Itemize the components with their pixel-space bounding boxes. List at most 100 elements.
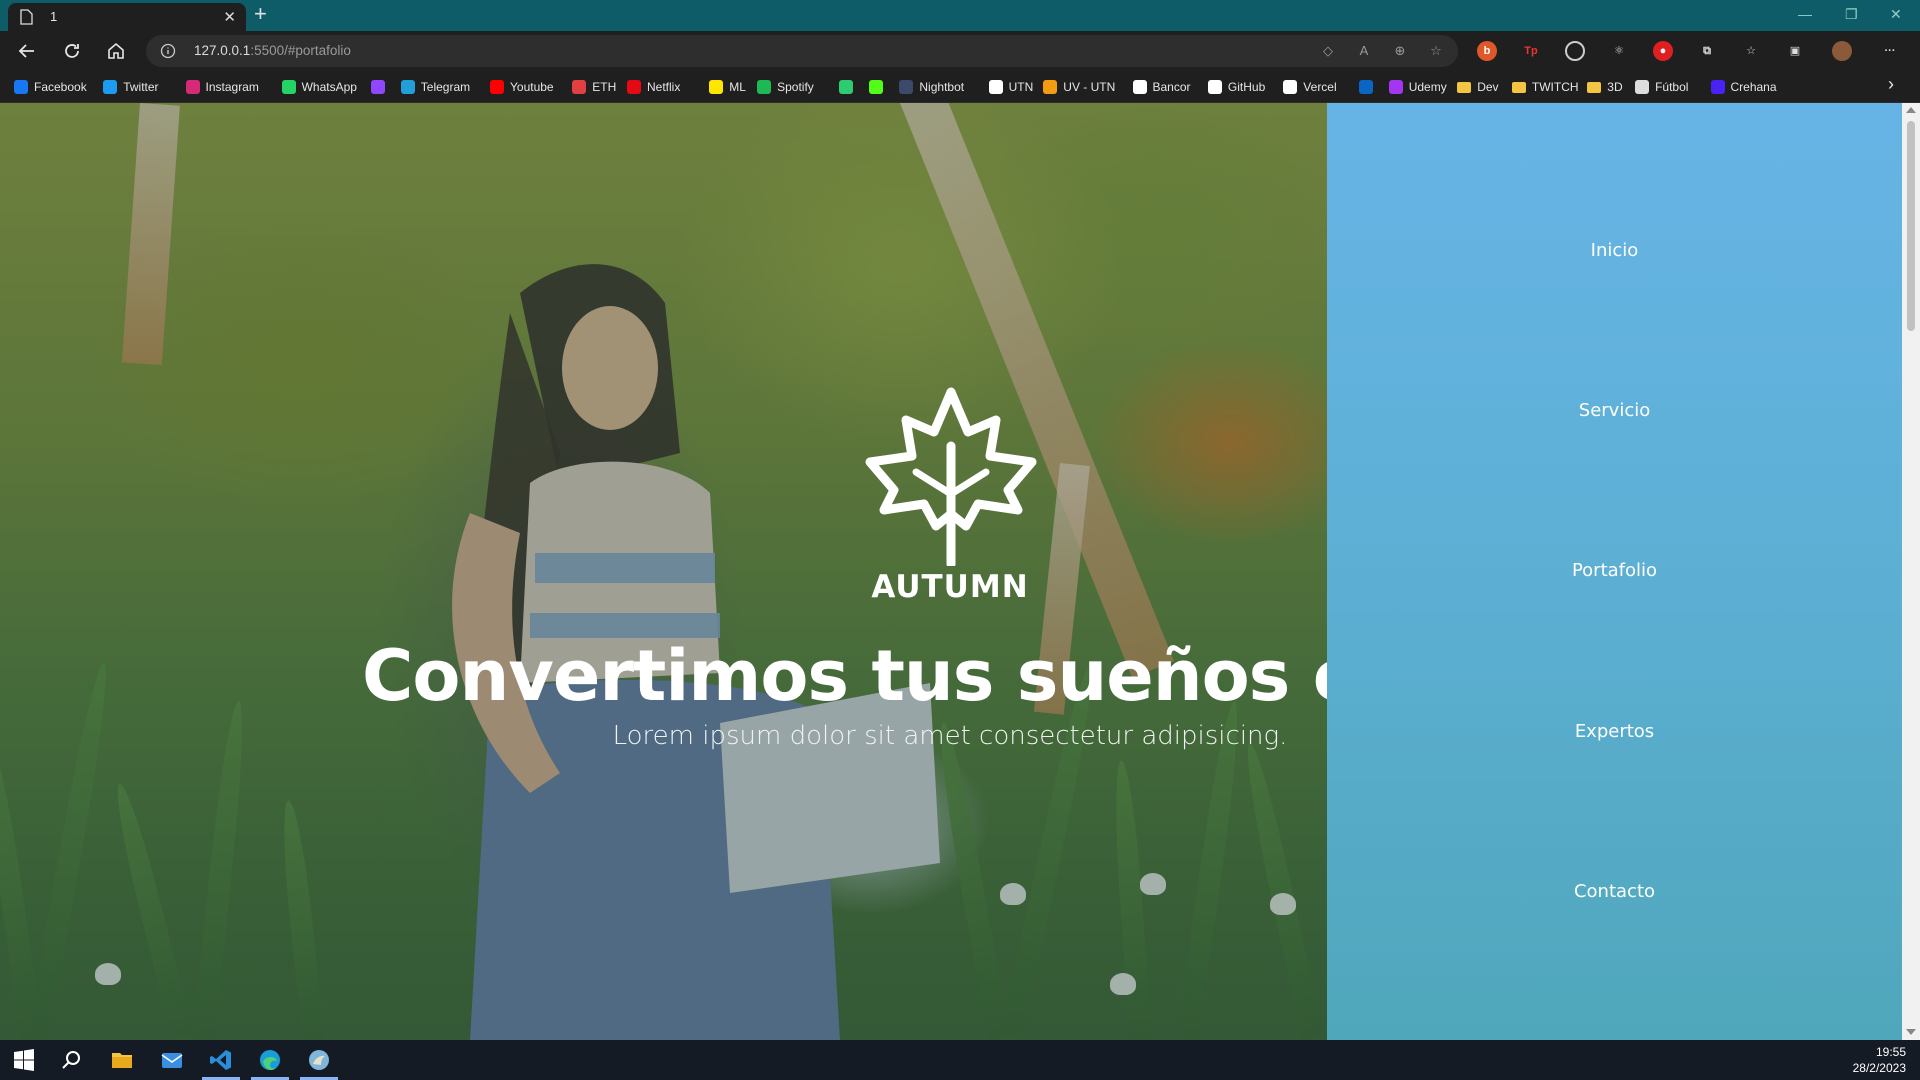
edge-icon[interactable]	[258, 1048, 282, 1072]
page-icon	[20, 9, 33, 25]
extensions-icon[interactable]: ⧉	[1697, 41, 1717, 61]
restore-button[interactable]: ❐	[1845, 6, 1858, 23]
extension-react-icon[interactable]: ⚛	[1609, 41, 1629, 61]
nav-link-contacto[interactable]: Contacto	[1327, 881, 1902, 902]
kick-icon	[869, 80, 884, 94]
bookmark-whatsapp[interactable]: WhatsApp	[281, 79, 357, 95]
bookmark-github[interactable]: GitHub	[1207, 79, 1265, 95]
bookmark-label: Telegram	[420, 80, 471, 94]
zoom-icon[interactable]: ⊕	[1392, 43, 1408, 59]
tag-icon[interactable]: ◇	[1320, 43, 1336, 59]
udemy-icon	[1388, 80, 1403, 94]
clock-time: 19:55	[1875, 1045, 1906, 1059]
bookmark-label: Netflix	[647, 80, 681, 94]
extension-red-icon[interactable]: ●	[1653, 41, 1673, 61]
browser-tab[interactable]: 1 ✕	[8, 3, 246, 31]
favorites-icon[interactable]: ☆	[1741, 41, 1761, 61]
hero-headline: Convertimos tus sueños en re	[362, 635, 1327, 717]
address-bar[interactable]: 127.0.0.1:5500/#portafolio ◇ A ⊕ ☆	[146, 35, 1458, 67]
windows-start-icon[interactable]	[12, 1048, 36, 1072]
system-clock[interactable]: 19:55 28/2/2023	[1853, 1044, 1906, 1076]
bookmark-facebook[interactable]: Facebook	[14, 79, 87, 95]
search-icon[interactable]	[60, 1048, 84, 1072]
bookmark-bancor[interactable]: Bancor	[1132, 79, 1191, 95]
bookmark-vercel[interactable]: Vercel	[1283, 79, 1337, 95]
nav-link-expertos[interactable]: Expertos	[1327, 721, 1902, 742]
bookmark-label: Facebook	[34, 80, 87, 94]
bookmark-nightbot[interactable]: Nightbot	[899, 79, 964, 95]
bookmark-clover[interactable]	[839, 79, 854, 95]
extension-tp-icon[interactable]: Tp	[1521, 41, 1541, 61]
bancor-icon	[1132, 80, 1147, 94]
extension-target-icon[interactable]	[1565, 41, 1585, 61]
info-icon[interactable]	[160, 43, 176, 59]
home-icon[interactable]	[105, 40, 127, 62]
bookmark-label: Nightbot	[919, 80, 965, 94]
bookmark-f-tbol[interactable]: Fútbol	[1635, 79, 1688, 95]
side-navigation: Inicio Servicio Portafolio Expertos Cont…	[1327, 103, 1902, 1040]
menu-icon[interactable]: ···	[1880, 41, 1900, 61]
profile-avatar[interactable]	[1832, 41, 1852, 61]
scroll-down-arrow[interactable]	[1906, 1029, 1916, 1035]
bookmark-twitch[interactable]: TWITCH	[1511, 79, 1579, 95]
netflix-icon	[627, 80, 641, 94]
mercadolibre-icon	[709, 80, 724, 94]
browser-toolbar: 127.0.0.1:5500/#portafolio ◇ A ⊕ ☆ b Tp …	[0, 31, 1920, 71]
url-text: 127.0.0.1:5500/#portafolio	[194, 43, 351, 58]
bookmark-netflix[interactable]: Netflix	[627, 79, 680, 95]
new-tab-button[interactable]: +	[254, 1, 267, 27]
eth-icon	[572, 80, 587, 94]
bookmark-youtube[interactable]: Youtube	[490, 79, 554, 95]
vscode-icon[interactable]	[209, 1048, 233, 1072]
refresh-icon[interactable]	[61, 40, 83, 62]
close-window-button[interactable]: ✕	[1890, 6, 1902, 23]
bookmark-3d[interactable]: 3D	[1587, 79, 1623, 95]
bookmark-twitch[interactable]	[370, 79, 385, 95]
minimize-button[interactable]: —	[1798, 6, 1812, 22]
utn-icon	[988, 80, 1003, 94]
bookmark-crehana[interactable]: Crehana	[1710, 79, 1777, 95]
bookmark-spotify[interactable]: Spotify	[757, 79, 814, 95]
bookmark-label: UTN	[1008, 80, 1034, 94]
linkedin-icon	[1358, 80, 1373, 94]
bookmark-instagram[interactable]: Instagram	[185, 79, 259, 95]
bookmark-telegram[interactable]: Telegram	[400, 79, 471, 95]
bookmark-label: TWITCH	[1531, 80, 1579, 94]
bookmark-label: 3D	[1607, 80, 1623, 94]
folder-icon	[1457, 81, 1472, 93]
youtube-icon	[490, 80, 504, 94]
bookmark-ml[interactable]: ML	[709, 79, 746, 95]
bookmark-dev[interactable]: Dev	[1457, 79, 1499, 95]
more-bookmarks-chevron-icon[interactable]: ›	[1888, 74, 1894, 94]
vercel-icon	[1283, 80, 1298, 94]
bookmark-uv-utn[interactable]: UV - UTN	[1043, 79, 1115, 95]
nav-link-servicio[interactable]: Servicio	[1327, 400, 1902, 421]
nav-link-portafolio[interactable]: Portafolio	[1327, 560, 1902, 581]
app-dinosaur-icon[interactable]	[307, 1048, 331, 1072]
bookmark-kick[interactable]	[869, 79, 884, 95]
close-tab-icon[interactable]: ✕	[223, 8, 236, 26]
bookmark-label: Vercel	[1303, 80, 1337, 94]
add-favorite-icon[interactable]: ☆	[1428, 43, 1444, 59]
collections-icon[interactable]: ▣	[1785, 41, 1805, 61]
scroll-up-arrow[interactable]	[1906, 107, 1916, 113]
bookmark-label: UV - UTN	[1063, 80, 1116, 94]
bookmark-linkedin[interactable]	[1358, 79, 1373, 95]
file-explorer-icon[interactable]	[110, 1048, 134, 1072]
back-icon[interactable]	[16, 40, 38, 62]
hero-subtitle: Lorem ipsum dolor sit amet consectetur a…	[612, 721, 1288, 751]
bookmark-eth[interactable]: ETH	[572, 79, 616, 95]
bookmark-label: Youtube	[510, 80, 554, 94]
clock-date: 28/2/2023	[1852, 1061, 1906, 1075]
bookmark-twitter[interactable]: Twitter	[103, 79, 159, 95]
read-aloud-icon[interactable]: A	[1356, 43, 1372, 59]
nav-link-inicio[interactable]: Inicio	[1327, 240, 1902, 261]
mail-icon[interactable]	[160, 1048, 184, 1072]
twitch-icon	[370, 80, 385, 94]
bookmark-utn[interactable]: UTN	[988, 79, 1034, 95]
extension-b-icon[interactable]: b	[1477, 41, 1497, 61]
scroll-thumb[interactable]	[1907, 121, 1915, 331]
page-scrollbar[interactable]	[1902, 103, 1920, 1040]
bookmark-udemy[interactable]: Udemy	[1388, 79, 1447, 95]
bookmark-label: Fútbol	[1655, 80, 1689, 94]
